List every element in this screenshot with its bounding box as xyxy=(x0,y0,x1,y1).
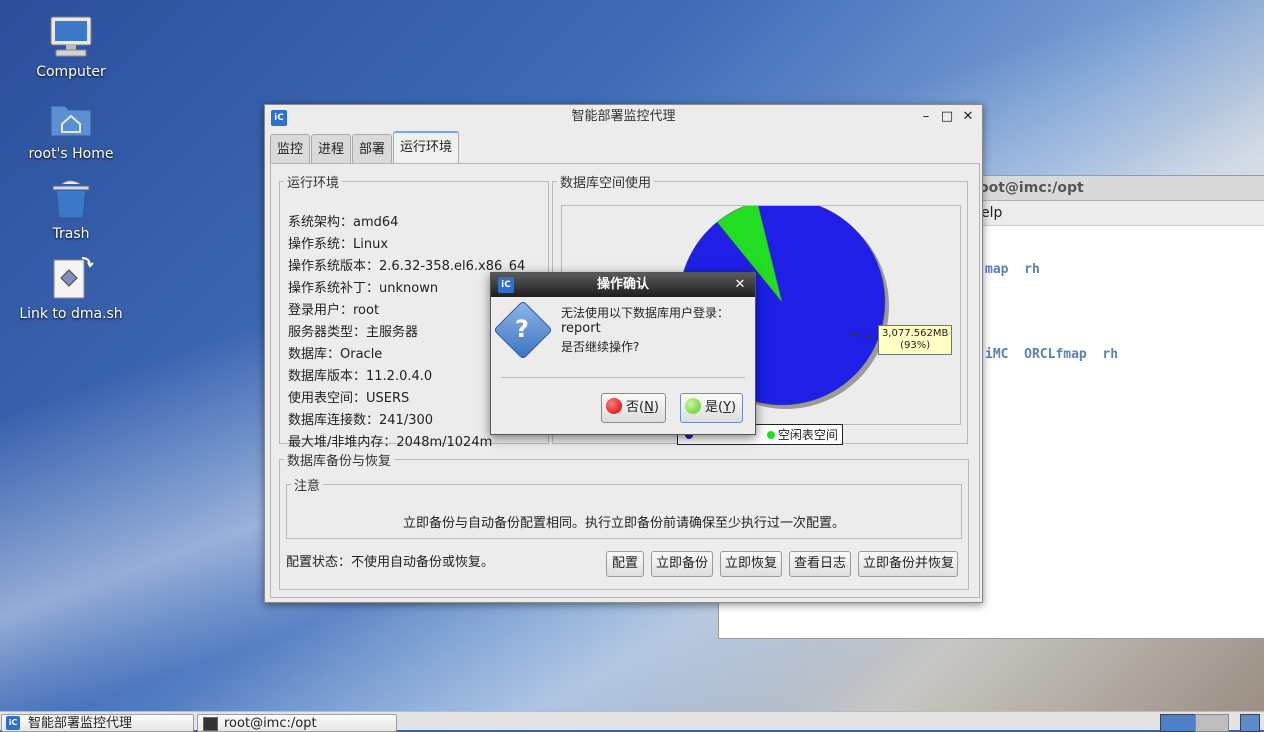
backup-legend: 数据库备份与恢复 xyxy=(287,454,392,469)
backup-now-button[interactable]: 立即备份 xyxy=(651,551,713,577)
env-info-legend: 运行环境 xyxy=(287,176,340,191)
dialog-message-line1: 无法使用以下数据库用户登录： xyxy=(561,306,730,320)
pie-slice-label-free: 3,077.562MB (93%) xyxy=(878,325,953,355)
taskbar: iC 智能部署监控代理 root@imc:/opt xyxy=(0,711,1264,732)
desktop-icon-label: Link to dma.sh xyxy=(19,306,123,322)
legend-label-free: 空闲表空间 xyxy=(777,428,838,442)
legend-dot-free xyxy=(766,431,775,439)
trash-icon xyxy=(48,176,94,222)
backup-status: 配置状态：不使用自动备份或恢复。 xyxy=(286,555,495,570)
window-title: 智能部署监控代理 xyxy=(571,109,676,124)
workspace-switcher-1[interactable] xyxy=(1160,714,1196,732)
env-row-memory: 最大堆/非堆内存：2048m/1024m xyxy=(288,435,493,450)
backup-group: 数据库备份与恢复 注意 立即备份与自动备份配置相同。执行立即备份前请确保至少执行… xyxy=(279,450,969,590)
taskbar-item-agent[interactable]: iC 智能部署监控代理 xyxy=(1,714,194,732)
workspace-switcher-2[interactable] xyxy=(1195,714,1229,732)
backup-and-restore-button[interactable]: 立即备份并恢复 xyxy=(858,551,958,577)
env-row-login-user: 登录用户：root xyxy=(288,303,380,318)
dialog-title: 操作确认 xyxy=(491,273,755,297)
dialog-close-icon[interactable]: ✕ xyxy=(731,276,749,294)
no-button-suffix: ) xyxy=(653,400,659,415)
no-button-prefix: 否( xyxy=(626,400,645,415)
terminal-output-line: iMC ORCLfmap rh xyxy=(985,347,1119,362)
pie-label-value: 3,077.562MB xyxy=(882,328,949,339)
desktop-icon-label: Computer xyxy=(36,64,106,80)
maximize-icon[interactable]: □ xyxy=(938,108,956,126)
env-row-os-patch: 操作系统补丁：unknown xyxy=(288,281,439,296)
no-button-hotkey: N xyxy=(644,400,654,415)
yes-button-prefix: 是( xyxy=(705,400,724,415)
notice-text: 立即备份与自动备份配置相同。执行立即备份前请确保至少执行过一次配置。 xyxy=(402,516,845,531)
yes-button-suffix: ) xyxy=(731,400,737,415)
restore-now-button[interactable]: 立即恢复 xyxy=(720,551,782,577)
view-log-button[interactable]: 查看日志 xyxy=(789,551,851,577)
desktop-icon-computer[interactable]: Computer xyxy=(16,14,126,80)
taskbar-app-icon: iC xyxy=(6,716,20,730)
desktop-icon-trash[interactable]: Trash xyxy=(16,176,126,242)
yes-icon xyxy=(685,398,701,414)
notice-legend: 注意 xyxy=(294,479,321,494)
no-icon xyxy=(606,398,622,414)
tab-deploy[interactable]: 部署 xyxy=(352,134,393,163)
dialog-separator xyxy=(501,377,745,378)
yes-button-hotkey: Y xyxy=(723,400,732,415)
env-row-os: 操作系统：Linux xyxy=(288,237,389,252)
desktop-icon-label: root's Home xyxy=(28,146,114,162)
confirm-dialog: 操作确认 iC ✕ ? 无法使用以下数据库用户登录： report 是否继续操作… xyxy=(490,272,756,435)
taskbar-item-terminal[interactable]: root@imc:/opt xyxy=(197,714,397,732)
config-button[interactable]: 配置 xyxy=(606,551,644,577)
desktop-icon-label: Trash xyxy=(52,226,90,242)
dialog-app-icon: iC xyxy=(498,277,514,293)
no-button[interactable]: 否(N) xyxy=(601,393,666,423)
tab-monitor[interactable]: 监控 xyxy=(270,134,311,163)
script-file-icon xyxy=(48,256,94,302)
tab-process[interactable]: 进程 xyxy=(311,134,352,163)
db-space-legend: 数据库空间使用 xyxy=(560,176,652,191)
desktop-icon-home[interactable]: root's Home xyxy=(16,96,126,162)
desktop-icon-dma-link[interactable]: Link to dma.sh xyxy=(16,256,126,322)
env-row-connections: 数据库连接数：241/300 xyxy=(288,413,434,428)
notification-icon[interactable] xyxy=(1240,714,1260,732)
computer-icon xyxy=(48,14,94,60)
env-row-tablespace: 使用表空间：USERS xyxy=(288,391,410,406)
dialog-message-line3: 是否继续操作? xyxy=(561,340,640,354)
terminal-output-line: map rh xyxy=(985,262,1040,277)
notice-group: 注意 立即备份与自动备份配置相同。执行立即备份前请确保至少执行过一次配置。 xyxy=(286,475,962,539)
minimize-icon[interactable]: – xyxy=(917,108,935,126)
env-row-server-type: 服务器类型：主服务器 xyxy=(288,325,419,340)
dialog-message-user: report xyxy=(561,321,601,336)
close-icon[interactable]: ✕ xyxy=(959,108,977,126)
yes-button[interactable]: 是(Y) xyxy=(680,393,744,423)
env-row-arch: 系统架构：amd64 xyxy=(288,215,399,230)
home-folder-icon xyxy=(48,96,94,142)
pie-label-pct: (93%) xyxy=(900,340,931,351)
question-mark-glyph: ? xyxy=(515,315,529,343)
env-row-db-version: 数据库版本：11.2.0.4.0 xyxy=(288,369,433,384)
tab-runtime-env[interactable]: 运行环境 xyxy=(393,131,460,164)
env-row-database: 数据库：Oracle xyxy=(288,347,383,362)
tab-bar: 监控 进程 部署 运行环境 xyxy=(270,131,460,164)
